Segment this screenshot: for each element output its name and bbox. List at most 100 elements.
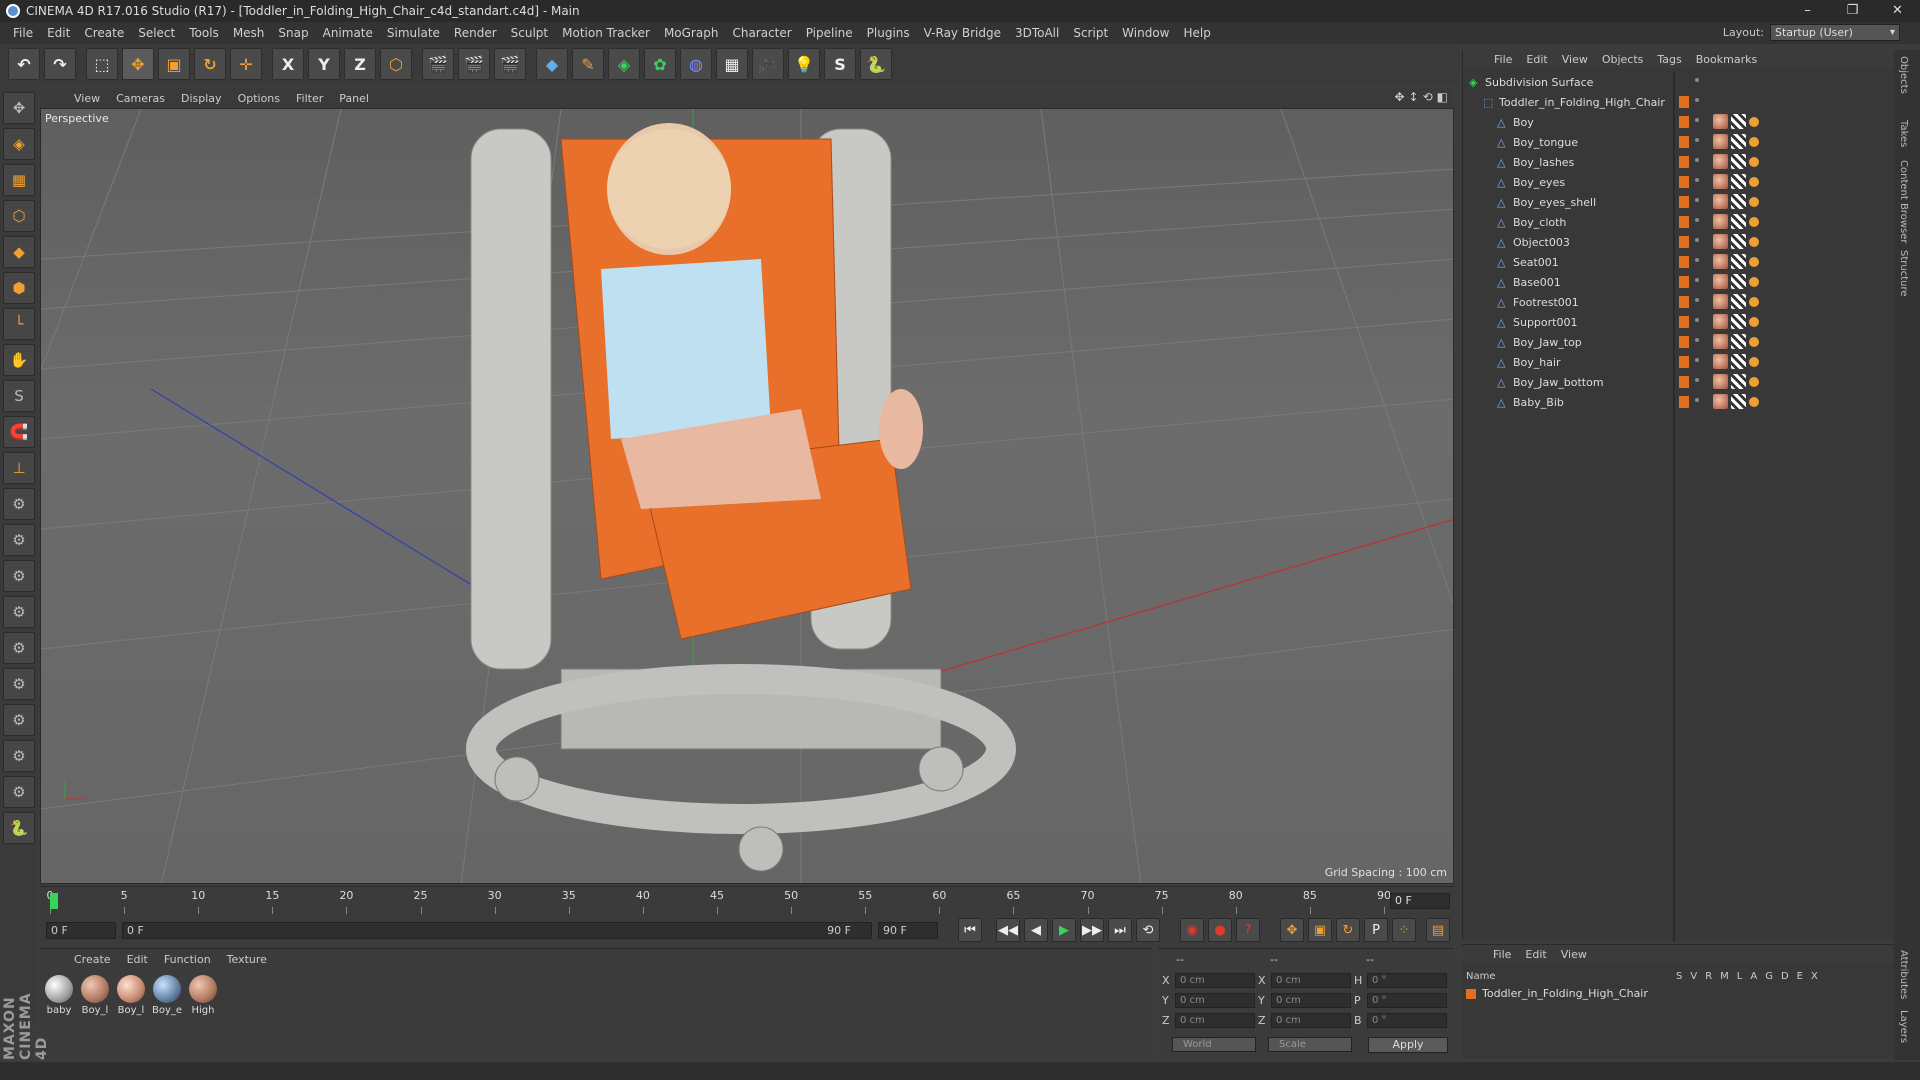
tab-attributes[interactable]: Attributes	[1898, 950, 1909, 999]
object-row[interactable]: ⬚ Toddler_in_Folding_High_Chair	[1463, 92, 1895, 112]
render-settings-icon[interactable]: 🎬	[494, 48, 526, 80]
orbit-view-icon[interactable]: ⟲	[1423, 90, 1433, 104]
material-tag-icon[interactable]	[1713, 134, 1728, 149]
sculpt-brush-2-icon[interactable]: ⚙	[3, 524, 35, 556]
object-row[interactable]: △ Boy_tongue	[1463, 132, 1895, 152]
menu-animate[interactable]: Animate	[316, 22, 380, 44]
menu-snap[interactable]: Snap	[271, 22, 315, 44]
key-pla-icon[interactable]: ⁘	[1392, 918, 1416, 942]
z-axis-lock-icon[interactable]: Z	[344, 48, 376, 80]
previous-frame-icon[interactable]: ◀	[1024, 918, 1048, 942]
coordinate-mode-dropdown[interactable]: World	[1172, 1037, 1256, 1052]
layer-col-solo[interactable]: S	[1676, 971, 1682, 982]
texture-tag-icon[interactable]	[1731, 134, 1746, 149]
tweak-mode-icon[interactable]: ✋	[3, 344, 35, 376]
material-swatch[interactable]: Boy_e	[152, 975, 182, 1016]
timeline-window-icon[interactable]: ▤	[1426, 918, 1450, 942]
visibility-dot-icon[interactable]	[1695, 198, 1699, 202]
material-tag-icon[interactable]	[1713, 314, 1728, 329]
object-row[interactable]: △ Seat001	[1463, 252, 1895, 272]
object-row[interactable]: △ Boy	[1463, 112, 1895, 132]
grid-lock-icon[interactable]: ⚙	[3, 740, 35, 772]
visibility-dot-icon[interactable]	[1695, 278, 1699, 282]
rotation-h-field[interactable]: 0 °	[1367, 973, 1447, 988]
next-key-icon[interactable]: ⏭	[1108, 918, 1132, 942]
object-menu-view[interactable]: View	[1555, 53, 1595, 66]
phong-tag-icon[interactable]	[1749, 277, 1759, 287]
menu-pipeline[interactable]: Pipeline	[799, 22, 860, 44]
rotate-tool-icon[interactable]: ↻	[194, 48, 226, 80]
object-menu-file[interactable]: File	[1487, 53, 1519, 66]
camera-icon[interactable]: 🎥	[752, 48, 784, 80]
tab-structure[interactable]: Structure	[1898, 250, 1909, 297]
layer-col-animation[interactable]: A	[1750, 971, 1757, 982]
menu-select[interactable]: Select	[131, 22, 182, 44]
go-to-start-icon[interactable]: ⏮	[958, 918, 982, 942]
phong-tag-icon[interactable]	[1749, 317, 1759, 327]
material-tag-icon[interactable]	[1713, 354, 1728, 369]
layer-color-swatch[interactable]	[1679, 236, 1689, 248]
layer-color-swatch[interactable]	[1679, 376, 1689, 388]
material-tag-icon[interactable]	[1713, 154, 1728, 169]
render-view-icon[interactable]: 🎬	[422, 48, 454, 80]
start-frame-field[interactable]: 0 F	[46, 921, 116, 939]
visibility-dot-icon[interactable]	[1695, 238, 1699, 242]
cloner-icon[interactable]: ✿	[644, 48, 676, 80]
visibility-dot-icon[interactable]	[1695, 118, 1699, 122]
menu-tools[interactable]: Tools	[182, 22, 226, 44]
object-row[interactable]: △ Object003	[1463, 232, 1895, 252]
texture-tag-icon[interactable]	[1731, 354, 1746, 369]
texture-tag-icon[interactable]	[1731, 194, 1746, 209]
size-y-field[interactable]: 0 cm	[1271, 993, 1351, 1008]
key-parameter-icon[interactable]: P	[1364, 918, 1388, 942]
texture-tag-icon[interactable]	[1731, 114, 1746, 129]
phong-tag-icon[interactable]	[1749, 237, 1759, 247]
tab-layers[interactable]: Layers	[1898, 1010, 1909, 1043]
object-menu-edit[interactable]: Edit	[1519, 53, 1554, 66]
object-row[interactable]: △ Boy_Jaw_top	[1463, 332, 1895, 352]
tab-content-browser[interactable]: Content Browser	[1898, 160, 1909, 243]
solo-icon[interactable]: S	[3, 380, 35, 412]
perspective-viewport[interactable]: Perspective Grid Spacing : 100 cm	[40, 108, 1454, 884]
layer-col-deformers[interactable]: D	[1781, 971, 1789, 982]
maximize-view-icon[interactable]: ◧	[1437, 90, 1448, 104]
pen-spline-icon[interactable]: ✎	[572, 48, 604, 80]
position-z-field[interactable]: 0 cm	[1175, 1013, 1255, 1028]
layer-col-locked[interactable]: L	[1737, 971, 1743, 982]
menu-simulate[interactable]: Simulate	[380, 22, 447, 44]
object-menu-bookmarks[interactable]: Bookmarks	[1689, 53, 1764, 66]
material-tag-icon[interactable]	[1713, 394, 1728, 409]
object-row[interactable]: △ Boy_lashes	[1463, 152, 1895, 172]
material-swatch[interactable]: High	[188, 975, 218, 1016]
render-picture-viewer-icon[interactable]: 🎬	[458, 48, 490, 80]
transform-tool-icon[interactable]: ✛	[230, 48, 262, 80]
phong-tag-icon[interactable]	[1749, 177, 1759, 187]
undo-icon[interactable]: ↶	[8, 48, 40, 80]
layer-color-swatch[interactable]	[1679, 96, 1689, 108]
key-position-icon[interactable]: ✥	[1280, 918, 1304, 942]
close-button[interactable]: ✕	[1875, 0, 1920, 22]
autokeying-icon[interactable]: ●	[1208, 918, 1232, 942]
redo-icon[interactable]: ↷	[44, 48, 76, 80]
next-frame-icon[interactable]: ▶▶	[1080, 918, 1104, 942]
phong-tag-icon[interactable]	[1749, 337, 1759, 347]
menu-vray-bridge[interactable]: V-Ray Bridge	[917, 22, 1008, 44]
material-tag-icon[interactable]	[1713, 194, 1728, 209]
menu-3dtoall[interactable]: 3DToAll	[1008, 22, 1066, 44]
tab-objects[interactable]: Objects	[1898, 56, 1909, 94]
layer-menu-file[interactable]: File	[1486, 948, 1518, 961]
visibility-dot-icon[interactable]	[1695, 178, 1699, 182]
layer-color-swatch[interactable]	[1679, 136, 1689, 148]
menu-edit[interactable]: Edit	[40, 22, 77, 44]
make-editable-icon[interactable]: ✥	[3, 92, 35, 124]
layer-color-swatch[interactable]	[1679, 276, 1689, 288]
material-tag-icon[interactable]	[1713, 254, 1728, 269]
apply-button[interactable]: Apply	[1368, 1037, 1448, 1053]
material-tag-icon[interactable]	[1713, 374, 1728, 389]
sculpt-brush-5-icon[interactable]: ⚙	[3, 632, 35, 664]
visibility-dot-icon[interactable]	[1695, 218, 1699, 222]
object-row[interactable]: △ Boy_Jaw_bottom	[1463, 372, 1895, 392]
visibility-dot-icon[interactable]	[1695, 358, 1699, 362]
visibility-dot-icon[interactable]	[1695, 378, 1699, 382]
timeline-ruler[interactable]: 051015202530354045505560657075808590 0 F	[40, 886, 1454, 915]
